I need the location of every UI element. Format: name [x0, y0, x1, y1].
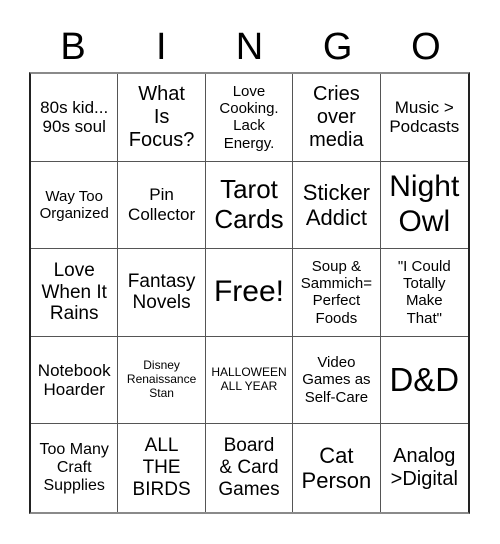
bingo-cell[interactable]: Notebook Hoarder: [31, 336, 119, 425]
bingo-cell[interactable]: What Is Focus?: [118, 74, 206, 162]
bingo-cell[interactable]: Cries over media: [293, 74, 381, 162]
bingo-cell[interactable]: Board & Card Games: [206, 424, 294, 512]
bingo-cell[interactable]: "I Could Totally Make That": [380, 249, 468, 337]
cell-text: Sticker Addict: [302, 179, 371, 230]
cell-text: Free!: [213, 275, 284, 309]
cell-text: Music > Podcasts: [389, 97, 460, 137]
cell-text: Analog >Digital: [390, 445, 458, 491]
bingo-cell[interactable]: Video Games as Self-Care: [293, 336, 381, 425]
cell-text: Too Many Craft Supplies: [39, 440, 109, 495]
bingo-cell[interactable]: Way Too Organized: [31, 161, 119, 250]
bingo-cell[interactable]: ALL THE BIRDS: [118, 424, 206, 512]
cell-text: D&D: [389, 361, 460, 399]
cell-text: "I Could Totally Make That": [397, 257, 451, 327]
bingo-cell[interactable]: Disney Renaissance Stan: [118, 336, 206, 425]
cell-text: Way Too Organized: [39, 187, 109, 222]
bingo-cell[interactable]: Fantasy Novels: [118, 249, 206, 337]
cell-text: Tarot Cards: [214, 174, 284, 234]
header-letter-g: G: [322, 26, 353, 68]
cell-text: Fantasy Novels: [127, 270, 196, 314]
header-letter-o: O: [411, 26, 441, 68]
bingo-cell[interactable]: HALLOWEEN ALL YEAR: [205, 336, 294, 425]
header-letter-n: N: [235, 26, 264, 68]
cell-text: ALL THE BIRDS: [132, 435, 191, 501]
bingo-cell[interactable]: Night Owl: [380, 162, 468, 250]
bingo-grid: 80s kid... 90s soul What Is Focus? Love …: [29, 72, 470, 514]
cell-text: Notebook Hoarder: [37, 360, 111, 400]
cell-text: Soup & Sammich= Perfect Foods: [300, 257, 373, 327]
bingo-cell[interactable]: Tarot Cards: [205, 161, 294, 250]
cell-text: HALLOWEEN ALL YEAR: [211, 365, 287, 394]
cell-text: 80s kid... 90s soul: [40, 97, 109, 137]
bingo-cell[interactable]: Pin Collector: [118, 161, 206, 250]
bingo-cell[interactable]: Analog >Digital: [381, 424, 468, 512]
bingo-cell[interactable]: D&D: [380, 337, 468, 425]
bingo-cell[interactable]: Soup & Sammich= Perfect Foods: [293, 249, 381, 337]
cell-text: Love When It Rains: [41, 259, 107, 325]
cell-text: Video Games as Self-Care: [302, 354, 371, 406]
cell-text: Night Owl: [389, 170, 460, 238]
bingo-cell[interactable]: Too Many Craft Supplies: [31, 424, 119, 512]
cell-text: Pin Collector: [128, 185, 196, 224]
bingo-cell[interactable]: Love Cooking. Lack Energy.: [205, 74, 294, 162]
cell-text: What Is Focus?: [128, 82, 195, 151]
bingo-cell[interactable]: Music > Podcasts: [380, 74, 468, 162]
bingo-cell[interactable]: Sticker Addict: [293, 161, 381, 250]
header-letter-b: B: [60, 26, 86, 68]
cell-text: Board & Card Games: [218, 435, 280, 501]
cell-text: Cat Person: [301, 442, 372, 494]
cell-text: Love Cooking. Lack Energy.: [219, 82, 279, 152]
bingo-cell[interactable]: 80s kid... 90s soul: [31, 74, 119, 162]
cell-text: Cries over media: [309, 82, 364, 151]
cell-text: Disney Renaissance Stan: [126, 358, 197, 400]
header-letter-i: I: [156, 26, 167, 68]
bingo-cell[interactable]: Love When It Rains: [31, 249, 119, 337]
bingo-header: B I N G O: [29, 22, 470, 72]
bingo-cell-free[interactable]: Free!: [205, 249, 294, 337]
bingo-cell[interactable]: Cat Person: [293, 424, 381, 512]
